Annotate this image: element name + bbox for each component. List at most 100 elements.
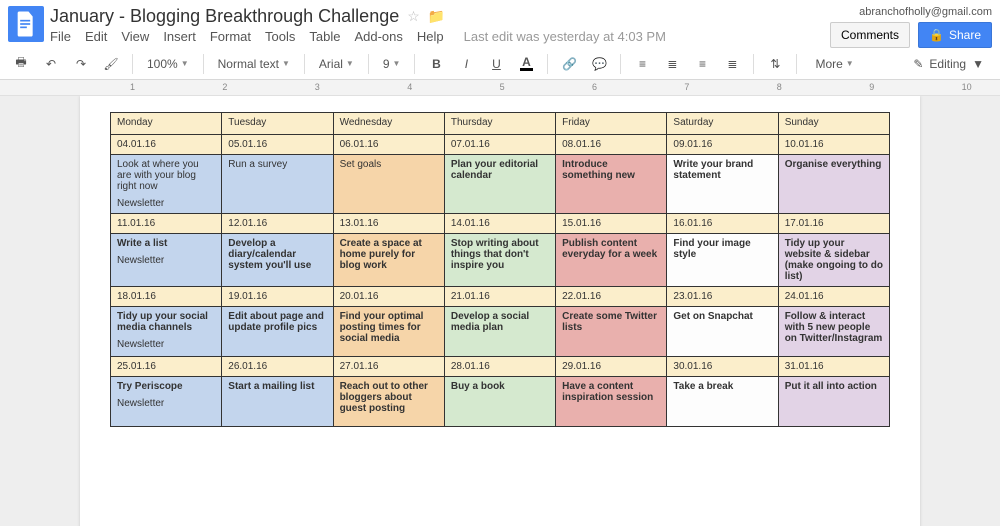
- align-left-icon[interactable]: ≡: [629, 52, 655, 76]
- date-cell[interactable]: 11.01.16: [111, 214, 222, 234]
- print-icon[interactable]: 🖶: [8, 52, 34, 76]
- date-cell[interactable]: 20.01.16: [333, 287, 444, 307]
- docs-logo-icon[interactable]: [8, 6, 44, 42]
- menu-format[interactable]: Format: [210, 29, 251, 44]
- date-cell[interactable]: 07.01.16: [444, 135, 555, 155]
- account-email[interactable]: abranchofholly@gmail.com: [859, 6, 992, 18]
- date-cell[interactable]: 25.01.16: [111, 357, 222, 377]
- date-cell[interactable]: 27.01.16: [333, 357, 444, 377]
- italic-icon[interactable]: I: [453, 52, 479, 76]
- date-cell[interactable]: 24.01.16: [778, 287, 889, 307]
- editing-label: Editing: [929, 57, 966, 71]
- menu-help[interactable]: Help: [417, 29, 444, 44]
- task-cell[interactable]: Follow & interact with 5 new people on T…: [778, 307, 889, 357]
- menu-view[interactable]: View: [121, 29, 149, 44]
- document-title[interactable]: January - Blogging Breakthrough Challeng…: [50, 6, 399, 27]
- comment-icon[interactable]: 💬: [586, 52, 612, 76]
- link-icon[interactable]: 🔗: [556, 52, 582, 76]
- task-cell[interactable]: Organise everything: [778, 155, 889, 214]
- date-cell[interactable]: 19.01.16: [222, 287, 333, 307]
- ruler-tick: 10: [962, 82, 972, 92]
- date-cell[interactable]: 18.01.16: [111, 287, 222, 307]
- task-cell[interactable]: Look at where you are with your blog rig…: [111, 155, 222, 214]
- date-cell[interactable]: 21.01.16: [444, 287, 555, 307]
- task-cell[interactable]: Start a mailing list: [222, 377, 333, 427]
- menu-insert[interactable]: Insert: [163, 29, 196, 44]
- date-cell[interactable]: 26.01.16: [222, 357, 333, 377]
- date-cell[interactable]: 09.01.16: [667, 135, 778, 155]
- task-cell[interactable]: Find your optimal posting times for soci…: [333, 307, 444, 357]
- date-cell[interactable]: 16.01.16: [667, 214, 778, 234]
- task-cell[interactable]: Set goals: [333, 155, 444, 214]
- task-cell[interactable]: Edit about page and update profile pics: [222, 307, 333, 357]
- ruler[interactable]: 1 2 3 4 5 6 7 8 9 10: [0, 80, 1000, 96]
- date-cell[interactable]: 05.01.16: [222, 135, 333, 155]
- menu-file[interactable]: File: [50, 29, 71, 44]
- date-cell[interactable]: 29.01.16: [556, 357, 667, 377]
- text-color-icon[interactable]: A: [513, 52, 539, 76]
- task-cell[interactable]: Try PeriscopeNewsletter: [111, 377, 222, 427]
- date-cell[interactable]: 04.01.16: [111, 135, 222, 155]
- date-cell[interactable]: 06.01.16: [333, 135, 444, 155]
- comments-button[interactable]: Comments: [830, 22, 910, 48]
- font-dropdown[interactable]: Arial▼: [313, 52, 360, 76]
- folder-icon[interactable]: 📁: [428, 8, 445, 25]
- task-cell[interactable]: Create a space at home purely for blog w…: [333, 234, 444, 287]
- task-cell[interactable]: Get on Snapchat: [667, 307, 778, 357]
- task-cell[interactable]: Take a break: [667, 377, 778, 427]
- date-cell[interactable]: 14.01.16: [444, 214, 555, 234]
- align-center-icon[interactable]: ≣: [659, 52, 685, 76]
- align-justify-icon[interactable]: ≣: [719, 52, 745, 76]
- task-cell[interactable]: Stop writing about things that don't ins…: [444, 234, 555, 287]
- line-spacing-icon[interactable]: ⇅: [762, 52, 788, 76]
- task-cell[interactable]: Publish content everyday for a week: [556, 234, 667, 287]
- task-cell[interactable]: Buy a book: [444, 377, 555, 427]
- date-cell[interactable]: 13.01.16: [333, 214, 444, 234]
- align-right-icon[interactable]: ≡: [689, 52, 715, 76]
- last-edit-text[interactable]: Last edit was yesterday at 4:03 PM: [464, 29, 666, 44]
- more-dropdown[interactable]: More▼: [809, 52, 859, 76]
- date-cell[interactable]: 17.01.16: [778, 214, 889, 234]
- calendar-table[interactable]: Monday Tuesday Wednesday Thursday Friday…: [110, 112, 890, 427]
- bold-icon[interactable]: B: [423, 52, 449, 76]
- redo-icon[interactable]: ↷: [68, 52, 94, 76]
- task-cell[interactable]: Introduce something new: [556, 155, 667, 214]
- date-cell[interactable]: 12.01.16: [222, 214, 333, 234]
- task-cell[interactable]: Reach out to other bloggers about guest …: [333, 377, 444, 427]
- task-cell[interactable]: Tidy up your website & sidebar (make ong…: [778, 234, 889, 287]
- task-cell[interactable]: Create some Twitter lists: [556, 307, 667, 357]
- task-cell[interactable]: Write your brand statement: [667, 155, 778, 214]
- date-cell[interactable]: 23.01.16: [667, 287, 778, 307]
- star-icon[interactable]: ☆: [407, 8, 420, 25]
- task-cell[interactable]: Develop a diary/calendar system you'll u…: [222, 234, 333, 287]
- task-cell[interactable]: Find your image style: [667, 234, 778, 287]
- underline-icon[interactable]: U: [483, 52, 509, 76]
- menu-edit[interactable]: Edit: [85, 29, 107, 44]
- undo-icon[interactable]: ↶: [38, 52, 64, 76]
- task-cell[interactable]: Write a listNewsletter: [111, 234, 222, 287]
- date-cell[interactable]: 15.01.16: [556, 214, 667, 234]
- fontsize-dropdown[interactable]: 9▼: [377, 52, 407, 76]
- date-cell[interactable]: 08.01.16: [556, 135, 667, 155]
- editing-mode[interactable]: ✎ Editing ▼: [905, 57, 992, 71]
- task-cell[interactable]: Develop a social media plan: [444, 307, 555, 357]
- canvas[interactable]: Monday Tuesday Wednesday Thursday Friday…: [0, 96, 1000, 526]
- task-cell[interactable]: Put it all into action: [778, 377, 889, 427]
- menu-table[interactable]: Table: [309, 29, 340, 44]
- menu-tools[interactable]: Tools: [265, 29, 295, 44]
- task-cell[interactable]: Run a survey: [222, 155, 333, 214]
- task-cell[interactable]: Have a content inspiration session: [556, 377, 667, 427]
- page[interactable]: Monday Tuesday Wednesday Thursday Friday…: [80, 96, 920, 526]
- date-cell[interactable]: 31.01.16: [778, 357, 889, 377]
- date-cell[interactable]: 10.01.16: [778, 135, 889, 155]
- zoom-dropdown[interactable]: 100%▼: [141, 52, 195, 76]
- paint-format-icon[interactable]: 🖌: [98, 52, 124, 76]
- share-button[interactable]: 🔒 Share: [918, 22, 992, 48]
- style-dropdown[interactable]: Normal text▼: [212, 52, 296, 76]
- task-cell[interactable]: Tidy up your social media channelsNewsle…: [111, 307, 222, 357]
- menu-addons[interactable]: Add-ons: [354, 29, 402, 44]
- task-cell[interactable]: Plan your editorial calendar: [444, 155, 555, 214]
- date-cell[interactable]: 22.01.16: [556, 287, 667, 307]
- date-cell[interactable]: 28.01.16: [444, 357, 555, 377]
- date-cell[interactable]: 30.01.16: [667, 357, 778, 377]
